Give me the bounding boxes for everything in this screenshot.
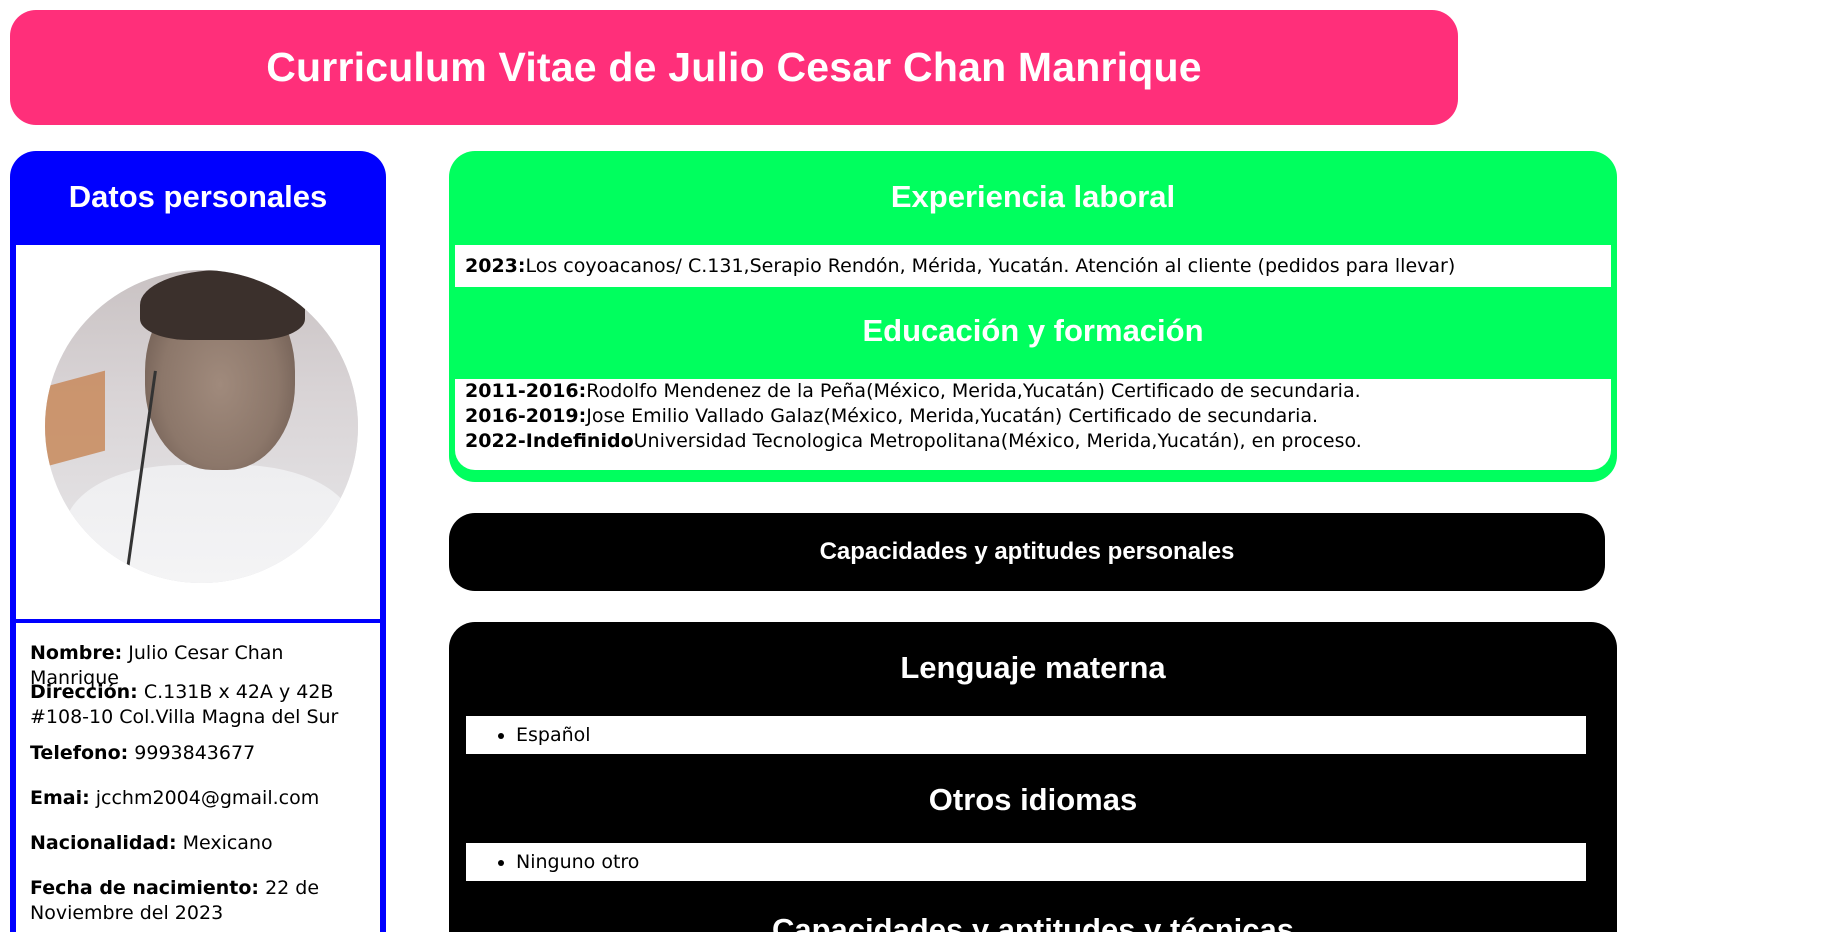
other-languages-header: Otros idiomas xyxy=(449,754,1617,846)
info-email: Emai: jcchm2004@gmail.com xyxy=(30,786,370,811)
mother-language-list: Español xyxy=(466,716,1586,754)
languages-panel: Lenguaje materna Español Otros idiomas N… xyxy=(449,622,1617,932)
info-value: 9993843677 xyxy=(134,742,256,764)
capabilities-banner: Capacidades y aptitudes personales xyxy=(449,513,1605,591)
other-languages-heading: Otros idiomas xyxy=(928,782,1138,817)
info-label: Nombre: xyxy=(30,642,123,664)
personal-info-list: Nombre: Julio Cesar Chan Manrique Direcc… xyxy=(16,623,380,932)
education-item: 2011-2016:Rodolfo Mendenez de la Peña(Mé… xyxy=(465,379,1611,404)
education-period: 2016-2019: xyxy=(465,405,587,427)
info-label: Dirección: xyxy=(30,681,138,703)
personal-data-panel: Datos personales Nombre: Julio Cesar Cha… xyxy=(10,151,386,932)
experience-text: Los coyoacanos/ C.131,Serapio Rendón, Mé… xyxy=(525,255,1456,277)
capabilities-heading: Capacidades y aptitudes personales xyxy=(819,538,1235,565)
info-label: Telefono: xyxy=(30,742,129,764)
experience-heading: Experiencia laboral xyxy=(890,179,1176,214)
technical-skills-header: Capacidades y aptitudes y técnicas xyxy=(449,884,1617,932)
mother-language-header: Lenguaje materna xyxy=(449,622,1617,714)
cv-page: Curriculum Vitae de Julio Cesar Chan Man… xyxy=(0,0,1831,932)
mother-language-heading: Lenguaje materna xyxy=(900,650,1166,685)
education-list: 2011-2016:Rodolfo Mendenez de la Peña(Mé… xyxy=(455,379,1611,470)
info-value: jcchm2004@gmail.com xyxy=(95,787,320,809)
technical-skills-heading: Capacidades y aptitudes y técnicas xyxy=(771,912,1295,932)
education-text: Jose Emilio Vallado Galaz(México, Merida… xyxy=(586,405,1319,427)
info-label: Fecha de nacimiento: xyxy=(30,877,260,899)
education-period: 2022-Indefinido xyxy=(465,430,634,452)
experience-year: 2023: xyxy=(465,255,526,277)
list-item: Español xyxy=(516,716,1586,754)
experience-item: 2023:Los coyoacanos/ C.131,Serapio Rendó… xyxy=(455,245,1611,287)
title-banner: Curriculum Vitae de Julio Cesar Chan Man… xyxy=(10,10,1458,125)
education-period: 2011-2016: xyxy=(465,380,587,402)
education-text: Rodolfo Mendenez de la Peña(México, Meri… xyxy=(586,380,1361,402)
info-phone: Telefono: 9993843677 xyxy=(30,741,370,766)
experience-panel: Experiencia laboral 2023:Los coyoacanos/… xyxy=(449,151,1617,482)
personal-data-heading: Datos personales xyxy=(68,179,328,214)
avatar xyxy=(45,270,358,583)
page-title: Curriculum Vitae de Julio Cesar Chan Man… xyxy=(266,44,1202,90)
info-label: Emai: xyxy=(30,787,90,809)
info-birthdate: Fecha de nacimiento: 22 de Noviembre del… xyxy=(30,876,370,926)
list-item: Ninguno otro xyxy=(516,843,1586,881)
personal-data-header: Datos personales xyxy=(10,151,386,243)
photo-frame xyxy=(16,245,380,619)
education-heading: Educación y formación xyxy=(862,313,1204,348)
education-header: Educación y formación xyxy=(449,287,1617,375)
info-address: Dirección: C.131B x 42A y 42B #108-10 Co… xyxy=(30,680,370,730)
education-item: 2022-IndefinidoUniversidad Tecnologica M… xyxy=(465,429,1611,454)
other-languages-list: Ninguno otro xyxy=(466,843,1586,881)
education-text: Universidad Tecnologica Metropolitana(Mé… xyxy=(633,430,1362,452)
education-item: 2016-2019:Jose Emilio Vallado Galaz(Méxi… xyxy=(465,404,1611,429)
experience-header: Experiencia laboral xyxy=(449,151,1617,243)
info-nationality: Nacionalidad: Mexicano xyxy=(30,831,370,856)
info-label: Nacionalidad: xyxy=(30,832,177,854)
info-value: Mexicano xyxy=(182,832,273,854)
